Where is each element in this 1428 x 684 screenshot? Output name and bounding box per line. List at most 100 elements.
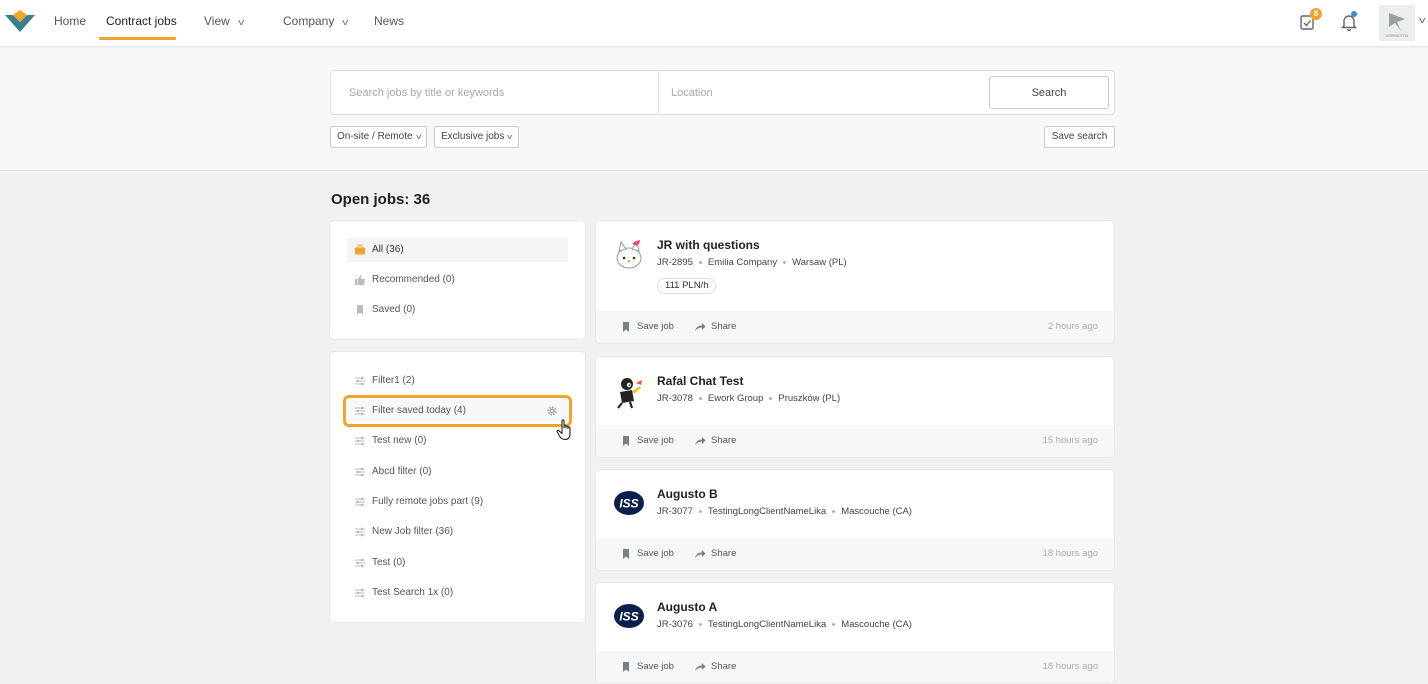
job-location: Mascouche (CA) <box>841 506 912 517</box>
share-button[interactable]: Share <box>694 651 736 683</box>
job-company: TestingLongClientNameLika <box>707 619 827 630</box>
separator-dot <box>769 396 773 400</box>
job-id: JR-3076 <box>657 619 693 630</box>
filter-sliders-icon <box>355 376 365 386</box>
bookmark-icon <box>623 436 629 446</box>
notification-dot <box>1351 11 1357 17</box>
filter-sliders-icon <box>355 497 365 507</box>
avatar-logo-icon: WORKMOTION <box>1379 5 1415 41</box>
saved-filter-item[interactable]: Test Search 1x (0) <box>347 581 568 605</box>
share-arrow-icon <box>695 437 706 445</box>
job-card[interactable]: ISS Augusto B JR-3077 TestingLongClientNa… <box>596 470 1114 570</box>
onsite-remote-dropdown[interactable]: On-site / Remote v <box>330 126 428 148</box>
nav-contract-jobs[interactable]: Contract jobs <box>106 0 177 42</box>
chevron-down-icon: v <box>342 17 349 27</box>
location-input[interactable] <box>659 71 989 114</box>
bookmark-icon <box>623 662 629 672</box>
save-job-button[interactable]: Save job <box>620 425 674 457</box>
separator-dot <box>783 260 787 264</box>
share-button[interactable]: Share <box>694 311 736 343</box>
sidebar-item-recommended[interactable]: Recommended (0) <box>347 268 568 292</box>
saved-filter-item[interactable]: New Job filter (36) <box>347 520 568 544</box>
job-meta: JR-3078 Ework Group Pruszków (PL) <box>657 393 840 404</box>
filter-sliders-icon <box>355 527 365 537</box>
share-button[interactable]: Share <box>694 538 736 570</box>
job-card-footer: Save job Share 18 hours ago <box>596 651 1114 683</box>
user-avatar[interactable]: WORKMOTION <box>1379 5 1415 41</box>
saved-filter-item[interactable]: Test (0) <box>347 551 568 575</box>
top-navigation: Home Contract jobs View v Company v News 6… <box>0 0 1428 47</box>
job-id: JR-3078 <box>657 393 693 404</box>
search-button[interactable]: Search <box>989 76 1109 109</box>
filter-sliders-icon <box>355 467 365 477</box>
save-job-button[interactable]: Save job <box>620 311 674 343</box>
job-location: Mascouche (CA) <box>841 619 912 630</box>
svg-text:WORKMOTION: WORKMOTION <box>1386 34 1409 38</box>
nav-view[interactable]: View v <box>204 0 245 42</box>
nav-company[interactable]: Company v <box>283 0 349 42</box>
job-title[interactable]: Rafal Chat Test <box>657 374 743 388</box>
save-search-button[interactable]: Save search <box>1044 126 1115 148</box>
company-logo-icon[interactable] <box>3 8 37 36</box>
job-id: JR-2895 <box>657 257 693 268</box>
kitty-logo-icon <box>616 240 642 269</box>
job-card[interactable]: Rafal Chat Test JR-3078 Ework Group Pruszk… <box>596 357 1114 457</box>
job-title[interactable]: Augusto A <box>657 600 717 614</box>
thumbs-up-icon <box>355 275 365 285</box>
job-meta: JR-3076 TestingLongClientNameLika Mascouch… <box>657 619 912 630</box>
iss-logo-icon: ISS <box>614 604 644 628</box>
posted-time: 2 hours ago <box>1047 321 1098 332</box>
filter-sliders-icon <box>355 558 365 568</box>
job-title[interactable]: Augusto B <box>657 487 718 501</box>
sidebar-item-all[interactable]: All (36) <box>347 238 568 262</box>
saved-filter-item[interactable]: Fully remote jobs part (9) <box>347 490 568 514</box>
bookmark-icon <box>357 305 363 315</box>
share-button[interactable]: Share <box>694 425 736 457</box>
share-arrow-icon <box>695 550 706 558</box>
posted-time: 15 hours ago <box>1042 435 1098 446</box>
active-tab-underline <box>99 37 176 40</box>
tasks-count-badge: 6 <box>1310 8 1322 20</box>
job-meta: JR-2895 Emilia Company Warsaw (PL) <box>657 257 847 268</box>
separator-dot <box>698 509 702 513</box>
job-location: Warsaw (PL) <box>792 257 847 268</box>
share-arrow-icon <box>695 663 706 671</box>
separator-dot <box>832 509 836 513</box>
keywords-search-input[interactable] <box>331 71 658 114</box>
open-jobs-count: Open jobs: 36 <box>331 191 431 208</box>
save-job-button[interactable]: Save job <box>620 538 674 570</box>
hand-cursor-icon <box>556 419 571 441</box>
posted-time: 18 hours ago <box>1042 548 1098 559</box>
job-meta: JR-3077 TestingLongClientNameLika Mascouch… <box>657 506 912 517</box>
nav-news[interactable]: News <box>374 0 404 42</box>
chevron-down-icon[interactable]: v <box>1419 15 1425 25</box>
bookmark-icon <box>623 322 629 332</box>
job-company: Emilia Company <box>707 257 778 268</box>
save-job-button[interactable]: Save job <box>620 651 674 683</box>
exclusive-jobs-dropdown[interactable]: Exclusive jobs v <box>434 126 519 148</box>
briefcase-icon <box>355 245 365 255</box>
job-location: Pruszków (PL) <box>778 393 841 404</box>
job-rate-badge: 111 PLN/h <box>657 278 717 294</box>
saved-filter-item[interactable]: Abcd filter (0) <box>347 460 568 484</box>
gear-icon[interactable] <box>546 405 558 417</box>
separator-dot <box>698 260 702 264</box>
saved-filter-item[interactable]: Test new (0) <box>347 429 568 453</box>
svg-text:ISS: ISS <box>619 610 638 624</box>
job-title[interactable]: JR with questions <box>657 238 760 252</box>
saved-filter-item[interactable]: Filter1 (2) <box>347 369 568 393</box>
share-arrow-icon <box>695 323 706 331</box>
posted-time: 18 hours ago <box>1042 661 1098 672</box>
chevron-down-icon: v <box>507 134 513 141</box>
saved-filter-item-highlighted[interactable]: Filter saved today (4) <box>343 395 572 427</box>
sidebar-item-saved[interactable]: Saved (0) <box>347 298 568 322</box>
separator-dot <box>832 622 836 626</box>
saved-filters-panel: Filter1 (2) Filter saved today (4) Test … <box>330 352 585 622</box>
job-card[interactable]: ISS Augusto A JR-3076 TestingLongClientNa… <box>596 583 1114 683</box>
bookmark-icon <box>623 549 629 559</box>
nav-home[interactable]: Home <box>54 0 86 42</box>
filter-sliders-icon <box>355 436 365 446</box>
job-card[interactable]: JR with questions JR-2895 Emilia Company W… <box>596 221 1114 343</box>
job-card-footer: Save job Share 15 hours ago <box>596 425 1114 457</box>
chevron-down-icon: v <box>237 17 245 27</box>
